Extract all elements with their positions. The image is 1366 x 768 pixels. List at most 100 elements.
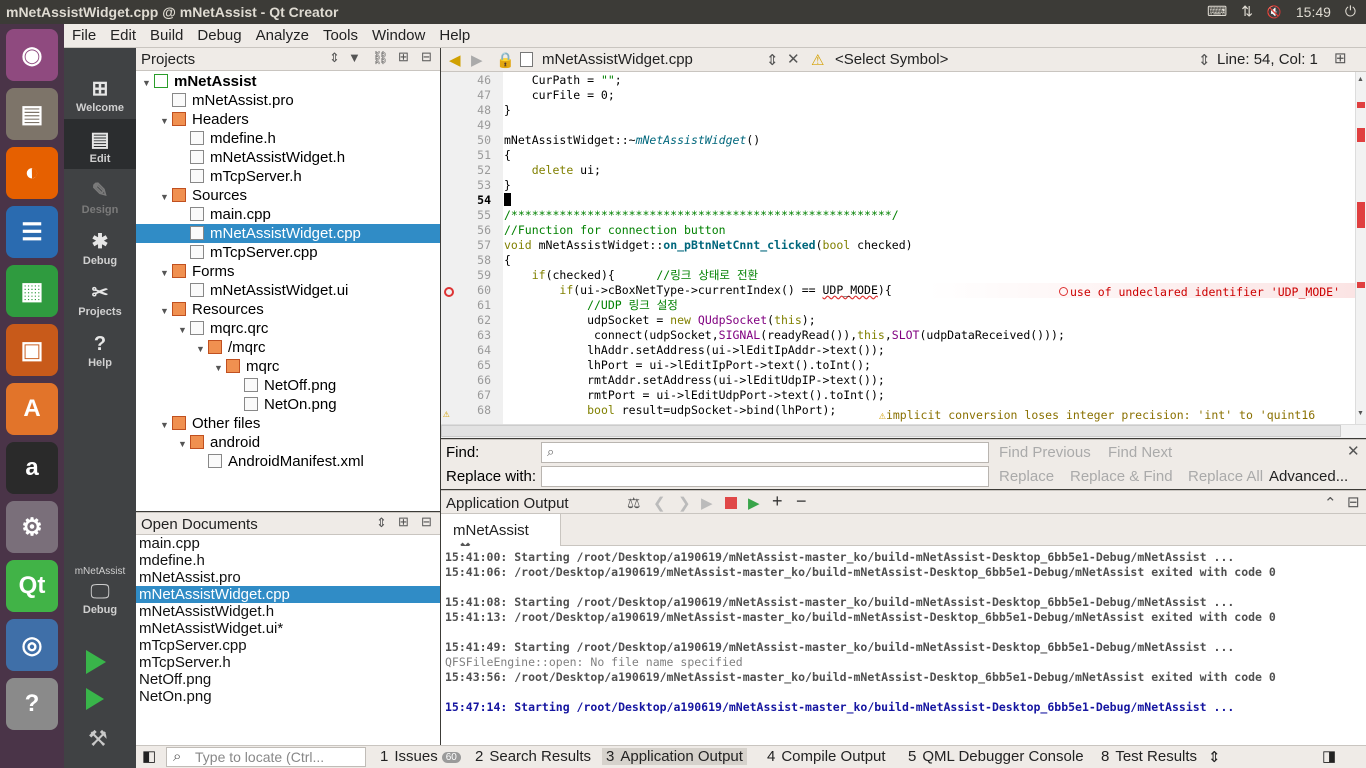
clock[interactable]: 15:49 [1296, 4, 1331, 20]
output-pane-tab[interactable]: 8 Test Results [1101, 748, 1197, 765]
split-icon[interactable]: ⊞ [398, 49, 409, 65]
calc-icon[interactable]: ▦ [6, 265, 58, 317]
close-pane-icon[interactable]: ⊟ [1347, 493, 1360, 511]
find-input[interactable]: ⌕ [541, 442, 989, 463]
output-panes-dropdown-icon[interactable]: ⇕ [1208, 748, 1221, 766]
tree-item[interactable]: main.cpp [136, 205, 440, 224]
locator-input[interactable]: ⌕ Type to locate (Ctrl... [166, 747, 366, 767]
editor-horizontal-scrollbar[interactable] [441, 424, 1366, 438]
tree-item[interactable]: mNetAssistWidget.h [136, 148, 440, 167]
close-pane-icon[interactable]: ⊟ [421, 49, 432, 65]
menu-window[interactable]: Window [364, 24, 431, 44]
back-icon[interactable]: ◀ [449, 51, 461, 69]
menu-debug[interactable]: Debug [189, 24, 247, 44]
split-icon[interactable]: ⊞ [398, 514, 409, 530]
rerun-icon[interactable]: ▶ [701, 494, 713, 512]
link-icon[interactable]: ⛓ [372, 50, 389, 66]
debug-icon[interactable]: ▶ [748, 494, 760, 512]
tree-item[interactable]: ▼ Headers [136, 110, 440, 129]
editor-filename[interactable]: mNetAssistWidget.cpp [542, 51, 693, 68]
file-dropdown-icon[interactable]: ⇕ [766, 51, 779, 69]
close-pane-icon[interactable]: ⊟ [421, 514, 432, 530]
advanced-button[interactable]: Advanced... [1269, 468, 1348, 485]
open-document-item[interactable]: mTcpServer.h [136, 654, 440, 671]
output-tab-mnetassist[interactable]: mNetAssist ✖ [441, 514, 561, 557]
zoom-out-icon[interactable]: − [796, 491, 807, 512]
debug-run-button[interactable] [86, 688, 104, 710]
mode-help[interactable]: ? Help [64, 323, 136, 373]
find-next-button[interactable]: Find Next [1108, 444, 1172, 461]
open-document-item[interactable]: mdefine.h [136, 552, 440, 569]
open-document-item[interactable]: mTcpServer.cpp [136, 637, 440, 654]
tree-item[interactable]: ▼/mqrc [136, 338, 440, 357]
tree-item[interactable]: AndroidManifest.xml [136, 452, 440, 471]
volume-icon[interactable]: 🔇 [1267, 5, 1282, 19]
next-item-icon[interactable]: ❯ [678, 494, 691, 512]
output-pane-tab[interactable]: 2 Search Results [475, 748, 591, 765]
tree-item[interactable]: ▼ mqrc [136, 357, 440, 376]
impress-icon[interactable]: ▣ [6, 324, 58, 376]
output-pane-tab[interactable]: 5 QML Debugger Console [908, 748, 1084, 765]
tree-item[interactable]: NetOff.png [136, 376, 440, 395]
tree-item[interactable]: ▼ Resources [136, 300, 440, 319]
output-pane-tab[interactable]: 4 Compile Output [767, 748, 886, 765]
toggle-sidebar-icon[interactable]: ◧ [142, 747, 156, 765]
tree-item[interactable]: ▼ Sources [136, 186, 440, 205]
tree-item[interactable]: ▼ android [136, 433, 440, 452]
menu-file[interactable]: File [64, 24, 102, 44]
open-document-item[interactable]: mNetAssistWidget.ui* [136, 620, 440, 637]
sort-icon[interactable]: ⇕ [376, 515, 387, 531]
replace-button[interactable]: Replace [999, 468, 1054, 485]
open-document-item[interactable]: NetOn.png [136, 688, 440, 705]
prev-item-icon[interactable]: ❮ [653, 494, 666, 512]
code-editor[interactable]: 46 CurPath = ""; 47 curFile = 0; 48} 49 50 mN… [441, 72, 1355, 424]
menu-analyze[interactable]: Analyze [248, 24, 315, 44]
menu-help[interactable]: Help [431, 24, 476, 44]
tree-item[interactable]: mdefine.h [136, 129, 440, 148]
help-icon[interactable]: ? [6, 678, 58, 730]
toggle-output-icon[interactable]: ◨ [1322, 747, 1336, 765]
forward-icon[interactable]: ▶ [471, 51, 483, 69]
menu-edit[interactable]: Edit [102, 24, 142, 44]
mode-projects[interactable]: ✂ Projects [64, 272, 136, 322]
open-document-item[interactable]: mNetAssist.pro [136, 569, 440, 586]
sort-icon[interactable]: ⇕ [329, 50, 340, 66]
ubuntu-dash-icon[interactable]: ◉ [6, 29, 58, 81]
keyboard-icon[interactable]: ⌨ [1207, 3, 1227, 20]
replace-find-button[interactable]: Replace & Find [1070, 468, 1173, 485]
remote-desktop-icon[interactable]: ◎ [6, 619, 58, 671]
build-hammer-icon[interactable]: ⚒ [88, 726, 108, 752]
tree-item[interactable]: ▼ mqrc.qrc [136, 319, 440, 338]
stop-icon[interactable] [725, 497, 737, 509]
output-pane-tab[interactable]: 3 Application Output [602, 748, 747, 765]
replace-input[interactable] [541, 466, 989, 487]
menu-build[interactable]: Build [142, 24, 189, 44]
tree-item[interactable]: ▼ mNetAssist [136, 72, 440, 91]
replace-all-button[interactable]: Replace All [1188, 468, 1263, 485]
firefox-icon[interactable]: ◐ [6, 147, 58, 199]
open-document-item[interactable]: NetOff.png [136, 671, 440, 688]
network-icon[interactable]: ⇅ [1241, 3, 1253, 20]
kit-selector[interactable]: mNetAssist 🖵 Debug [64, 562, 136, 632]
maximize-icon[interactable]: ⌃ [1324, 494, 1337, 512]
power-icon[interactable]: ⏻ [1345, 3, 1356, 20]
open-document-item[interactable]: mNetAssistWidget.cpp [136, 586, 440, 603]
qt-creator-icon[interactable]: Qt [6, 560, 58, 612]
mode-edit[interactable]: ▤ Edit [64, 119, 136, 169]
filter-icon[interactable]: ▼ [348, 50, 361, 65]
editor-vertical-scrollbar[interactable]: ▲ ▼ [1355, 72, 1366, 424]
amazon-icon[interactable]: a [6, 442, 58, 494]
software-center-icon[interactable]: A [6, 383, 58, 435]
tree-item[interactable]: ▼ Forms [136, 262, 440, 281]
tree-item[interactable]: ▼ Other files [136, 414, 440, 433]
mode-debug[interactable]: ✱ Debug [64, 221, 136, 271]
find-previous-button[interactable]: Find Previous [999, 444, 1091, 461]
symbol-dropdown-icon[interactable]: ⇕ [1198, 51, 1211, 69]
application-output-text[interactable]: 15:41:00: Starting /root/Desktop/a190619… [441, 546, 1366, 745]
close-file-icon[interactable]: ✕ [787, 50, 800, 68]
system-settings-icon[interactable]: ⚙ [6, 501, 58, 553]
split-icon[interactable]: ⊞ [1334, 49, 1347, 67]
mode-welcome[interactable]: ⊞ Welcome [64, 68, 136, 118]
symbol-selector[interactable]: <Select Symbol> [835, 51, 948, 68]
tree-item[interactable]: mTcpServer.cpp [136, 243, 440, 262]
